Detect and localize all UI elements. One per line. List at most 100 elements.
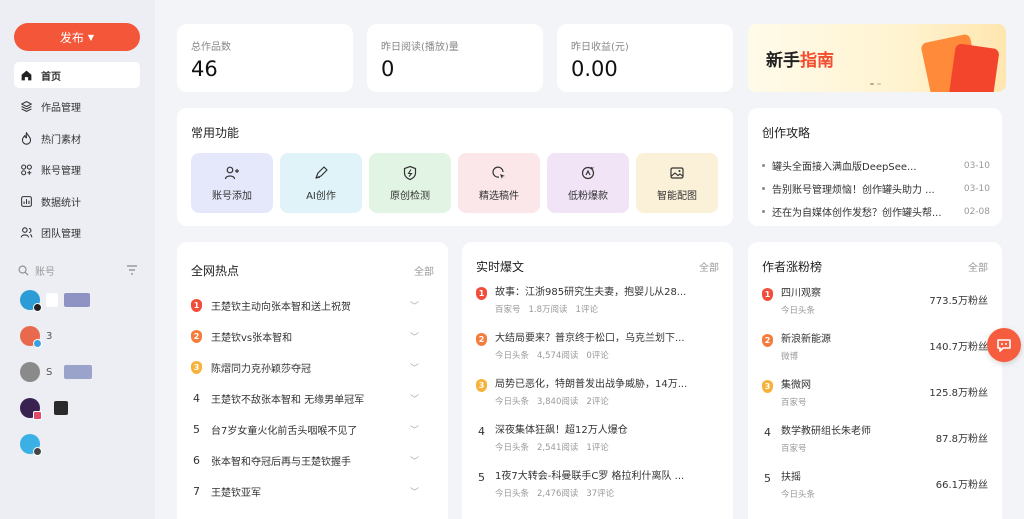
news-source: 今日头条: [495, 443, 530, 453]
sidebar-item-accounts[interactable]: 账号管理: [14, 157, 140, 183]
rank-badge: 1: [476, 287, 487, 300]
hot-item[interactable]: 3 陈熠同力克孙颖莎夺冠 ﹀: [191, 352, 419, 383]
fan-count: 140.7万粉丝: [929, 342, 988, 353]
news-item[interactable]: 2 大结局要来？普京终于松口，乌克兰划下... 今日头条 4,574阅读 0评论: [476, 332, 690, 378]
function-low-fan-viral[interactable]: 低粉爆款: [547, 153, 629, 213]
strategy-item[interactable]: 还在为自媒体创作发愁？创作罐头帮... 02-08: [762, 200, 990, 223]
news-comments: 2评论: [586, 397, 609, 407]
fire-icon: [21, 131, 32, 145]
sidebar-item-home[interactable]: 首页: [14, 62, 140, 88]
sidebar-item-label: 首页: [41, 71, 61, 83]
section-title: 创作攻略: [762, 126, 811, 140]
news-title: 深夜集体狂飙！超12万人爆仓: [495, 425, 628, 436]
hot-item[interactable]: 2 王楚钦vs张本智和 ﹀: [191, 321, 419, 352]
stat-card-total-works: 总作品数 46: [177, 24, 353, 92]
view-all-link[interactable]: 全部: [699, 259, 719, 274]
author-name: 扶摇: [781, 472, 801, 483]
sidebar-item-stats[interactable]: 数据统计: [14, 188, 140, 214]
common-functions-card: 常用功能 账号添加 AI创作 原创检测 精选稿件 低粉爆款 智能配图: [177, 108, 733, 226]
strategy-title: 告别账号管理烦恼！创作罐头助力 ...: [772, 185, 935, 196]
account-item[interactable]: [20, 290, 92, 312]
chevron-down-icon[interactable]: ﹀: [410, 361, 419, 374]
chevron-down-icon[interactable]: ﹀: [410, 299, 419, 312]
sidebar-item-materials[interactable]: 热门素材: [14, 125, 140, 151]
account-item[interactable]: [20, 434, 92, 456]
stat-label: 总作品数: [191, 42, 231, 53]
hot-item[interactable]: 7 王楚钦亚军 ﹀: [191, 476, 419, 507]
section-title: 实时爆文: [476, 260, 525, 274]
news-item[interactable]: 1 故事：江浙985研究生夫妻，抱婴儿从28... 百家号 1.8万阅读 1评论: [476, 286, 690, 332]
stat-card-yesterday-income: 昨日收益(元) 0.00: [557, 24, 733, 92]
news-source: 今日头条: [495, 397, 530, 407]
shield-check-icon: [403, 165, 417, 180]
strategy-title: 还在为自媒体创作发愁？创作罐头帮...: [772, 208, 942, 219]
chevron-down-icon[interactable]: ﹀: [410, 454, 419, 467]
function-smart-image[interactable]: 智能配图: [636, 153, 718, 213]
hot-item[interactable]: 6 张本智和夺冠后再与王楚钦握手 ﹀: [191, 445, 419, 476]
news-item[interactable]: 4 深夜集体狂飙！超12万人爆仓 今日头条 2,541阅读 1评论: [476, 424, 690, 470]
news-item[interactable]: 3 局势已恶化，特朗普发出战争威胁，14万... 今日头条 3,840阅读 2评论: [476, 378, 690, 424]
author-platform: 微博: [781, 352, 799, 362]
function-originality-check[interactable]: 原创检测: [369, 153, 451, 213]
beginner-guide-banner[interactable]: 新手指南: [748, 24, 1006, 92]
view-all-link[interactable]: 全部: [414, 263, 434, 278]
fan-item[interactable]: 4 数学教研组长朱老师 百家号 87.8万粉丝: [762, 425, 988, 471]
chevron-down-icon[interactable]: ﹀: [410, 485, 419, 498]
chevron-down-icon[interactable]: ﹀: [410, 330, 419, 343]
news-source: 今日头条: [495, 489, 530, 499]
hot-title: 王楚钦主动向张本智和送上祝贺: [211, 302, 351, 313]
chevron-down-icon[interactable]: ﹀: [410, 423, 419, 436]
account-item[interactable]: [20, 398, 92, 420]
rank-number: 6: [193, 454, 200, 467]
fan-item[interactable]: 2 新浪新能源 微博 140.7万粉丝: [762, 333, 988, 379]
rank-badge: 1: [762, 288, 773, 301]
news-reads: 3,840阅读: [537, 397, 579, 407]
news-title: 大结局要来？普京终于松口，乌克兰划下...: [495, 333, 685, 344]
rank-number: 4: [193, 392, 200, 405]
view-all-link[interactable]: 全部: [968, 259, 988, 274]
news-list: 1 故事：江浙985研究生夫妻，抱婴儿从28... 百家号 1.8万阅读 1评论 2 大结…: [476, 286, 690, 516]
strategy-item[interactable]: 罐头全面接入满血版DeepSee... 03-10: [762, 154, 990, 177]
avatar: [20, 326, 42, 348]
stat-label: 昨日阅读(播放)量: [381, 42, 459, 53]
strategy-date: 03-10: [963, 160, 990, 171]
fan-item[interactable]: 1 四川观察 今日头条 773.5万粉丝: [762, 287, 988, 333]
rank-number: 4: [478, 425, 485, 438]
fan-item[interactable]: 3 集微网 百家号 125.8万粉丝: [762, 379, 988, 425]
account-search[interactable]: 账号: [18, 262, 138, 278]
function-featured-drafts[interactable]: 精选稿件: [458, 153, 540, 213]
rank-badge: 2: [762, 334, 773, 347]
chevron-down-icon[interactable]: ﹀: [410, 392, 419, 405]
account-search-input[interactable]: 账号: [35, 263, 55, 278]
avatar: [20, 290, 42, 312]
rank-badge: 2: [476, 333, 487, 346]
news-item[interactable]: 5 1夜7大转会-科曼联手C罗 格拉利什离队 ... 今日头条 2,476阅读 37评论: [476, 470, 690, 516]
rank-number: 5: [193, 423, 200, 436]
filter-icon[interactable]: [126, 265, 138, 275]
hot-item[interactable]: 1 王楚钦主动向张本智和送上祝贺 ﹀: [191, 290, 419, 321]
function-add-account[interactable]: 账号添加: [191, 153, 273, 213]
image-icon: [670, 166, 684, 179]
publish-button[interactable]: 发布 ▼: [14, 23, 140, 51]
publish-label: 发布: [59, 30, 84, 45]
account-name-masked: [46, 293, 58, 307]
hot-item[interactable]: 5 台7岁女童火化前舌头咽喉不见了 ﹀: [191, 414, 419, 445]
customer-service-button[interactable]: [987, 328, 1021, 362]
rank-badge: 3: [476, 379, 487, 392]
sidebar-item-team[interactable]: 团队管理: [14, 220, 140, 246]
account-item[interactable]: S: [20, 362, 93, 382]
function-ai-create[interactable]: AI创作: [280, 153, 362, 213]
fan-item[interactable]: 5 扶摇 今日头条 66.1万粉丝: [762, 471, 988, 517]
sidebar-item-works[interactable]: 作品管理: [14, 94, 140, 120]
sidebar-nav: 首页 作品管理 热门素材 账号管理 数据统计 团队管理: [14, 62, 140, 251]
carousel-dots[interactable]: [870, 83, 881, 85]
news-comments: 0评论: [586, 351, 609, 361]
account-item[interactable]: 3: [20, 326, 92, 348]
creation-strategy-card: 创作攻略 罐头全面接入满血版DeepSee... 03-10 告别账号管理烦恼！创…: [748, 108, 1002, 226]
news-comments: 1评论: [586, 443, 609, 453]
account-name: 3: [46, 330, 53, 342]
news-reads: 2,541阅读: [537, 443, 579, 453]
hot-item[interactable]: 4 王楚钦不敌张本智和 无缘男单冠军 ﹀: [191, 383, 419, 414]
author-name: 集微网: [781, 380, 811, 391]
strategy-item[interactable]: 告别账号管理烦恼！创作罐头助力 ... 03-10: [762, 177, 990, 200]
